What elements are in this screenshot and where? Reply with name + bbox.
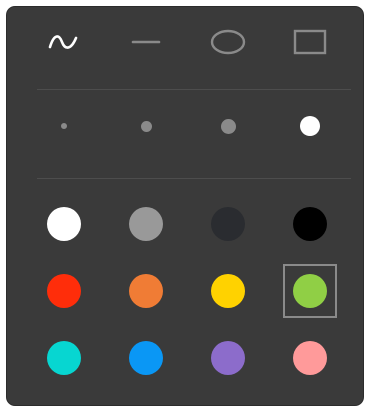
selected-color-frame xyxy=(283,264,337,318)
line-tool-button[interactable] xyxy=(105,10,187,74)
swatch-circle xyxy=(211,341,245,375)
color-swatch-purple[interactable] xyxy=(187,326,269,390)
swatch-circle xyxy=(293,274,327,308)
stroke-size-large-button[interactable] xyxy=(269,94,351,158)
stroke-size-dot xyxy=(300,116,320,136)
color-swatch-orange[interactable] xyxy=(105,259,187,323)
swatch-circle xyxy=(129,341,163,375)
freehand-icon xyxy=(48,35,78,49)
color-swatch-white[interactable] xyxy=(23,192,105,256)
line-icon xyxy=(131,40,161,44)
swatch-circle xyxy=(211,274,245,308)
swatch-circle xyxy=(129,274,163,308)
swatch-circle xyxy=(47,274,81,308)
stroke-size-row xyxy=(23,94,351,158)
stroke-size-medium-button[interactable] xyxy=(187,94,269,158)
ellipse-icon xyxy=(210,29,246,55)
color-swatch-blue[interactable] xyxy=(105,326,187,390)
swatch-circle xyxy=(129,207,163,241)
color-swatch-yellow[interactable] xyxy=(187,259,269,323)
color-row xyxy=(23,259,351,323)
swatch-circle xyxy=(47,207,81,241)
rectangle-icon xyxy=(293,29,327,55)
color-swatch-dark-gray[interactable] xyxy=(187,192,269,256)
color-swatch-green[interactable] xyxy=(269,259,351,323)
color-swatch-pink[interactable] xyxy=(269,326,351,390)
stroke-size-dot xyxy=(61,123,67,129)
swatch-circle xyxy=(293,341,327,375)
rectangle-tool-button[interactable] xyxy=(269,10,351,74)
color-swatch-cyan[interactable] xyxy=(23,326,105,390)
stroke-size-small-button[interactable] xyxy=(105,94,187,158)
stroke-size-dot xyxy=(140,120,152,132)
swatch-circle xyxy=(47,341,81,375)
stroke-size-extra-small-button[interactable] xyxy=(23,94,105,158)
divider xyxy=(37,89,351,90)
color-swatch-black[interactable] xyxy=(269,192,351,256)
divider xyxy=(37,178,351,179)
shape-tool-row xyxy=(23,10,351,74)
color-swatch-gray[interactable] xyxy=(105,192,187,256)
color-row xyxy=(23,326,351,390)
ellipse-tool-button[interactable] xyxy=(187,10,269,74)
color-swatch-red[interactable] xyxy=(23,259,105,323)
stroke-size-dot xyxy=(220,118,236,134)
swatch-circle xyxy=(293,207,327,241)
color-row xyxy=(23,192,351,256)
swatch-circle xyxy=(211,207,245,241)
freehand-tool-button[interactable] xyxy=(23,10,105,74)
